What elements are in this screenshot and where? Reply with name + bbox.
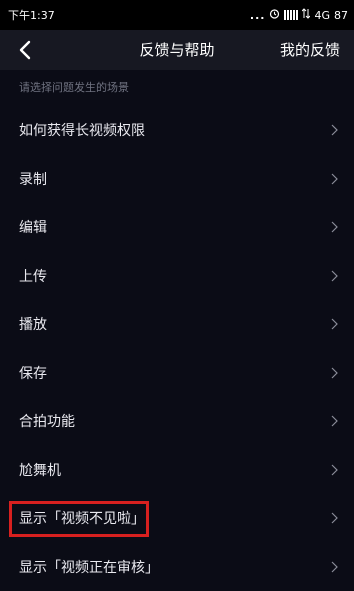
chevron-right-icon [330, 173, 338, 185]
list-item-video-missing[interactable]: 显示「视频不见啦」 [0, 494, 354, 543]
status-time: 下午1:37 [8, 7, 55, 23]
navigation-header: 反馈与帮助 我的反馈 [0, 30, 354, 70]
status-icons: ... 4G 87 [250, 8, 348, 22]
list-item-upload[interactable]: 上传 [0, 252, 354, 301]
chevron-right-icon [330, 270, 338, 282]
chevron-right-icon [330, 464, 338, 476]
chevron-right-icon [330, 561, 338, 573]
list-item-label: 保存 [19, 363, 47, 383]
list-item-label: 如何获得长视频权限 [19, 120, 145, 140]
list-item-label: 上传 [19, 266, 47, 286]
status-bar: 下午1:37 ... 4G 87 [0, 0, 354, 30]
list-item-record[interactable]: 录制 [0, 155, 354, 204]
chevron-right-icon [330, 221, 338, 233]
status-dots: ... [250, 9, 266, 22]
list-item-label: 显示「视频正在审核」 [19, 557, 159, 577]
data-arrows-icon [302, 8, 310, 22]
list-item-edit[interactable]: 编辑 [0, 203, 354, 252]
chevron-right-icon [330, 512, 338, 524]
list-item-duet[interactable]: 合拍功能 [0, 397, 354, 446]
list-item-label: 编辑 [19, 217, 47, 237]
list-item-label: 录制 [19, 169, 47, 189]
alarm-icon [269, 8, 280, 22]
section-hint: 请选择问题发生的场景 [19, 79, 129, 95]
list-item-label: 尬舞机 [19, 460, 61, 480]
list-item-save[interactable]: 保存 [0, 349, 354, 398]
list-item-dance-machine[interactable]: 尬舞机 [0, 446, 354, 495]
network-type: 4G [314, 9, 330, 22]
list-item-long-video-permission[interactable]: 如何获得长视频权限 [0, 106, 354, 155]
list-item-playback[interactable]: 播放 [0, 300, 354, 349]
chevron-right-icon [330, 415, 338, 427]
chevron-right-icon [330, 124, 338, 136]
chevron-right-icon [330, 318, 338, 330]
list-item-label: 播放 [19, 314, 47, 334]
scenario-list: 如何获得长视频权限 录制 编辑 上传 播放 保存 合拍功能 尬舞机 显示「视频不… [0, 106, 354, 591]
list-item-label: 合拍功能 [19, 411, 75, 431]
list-item-label: 显示「视频不见啦」 [19, 508, 145, 528]
signal-icon [284, 10, 298, 20]
my-feedback-button[interactable]: 我的反馈 [280, 30, 340, 70]
battery-level: 87 [334, 9, 348, 22]
chevron-right-icon [330, 367, 338, 379]
